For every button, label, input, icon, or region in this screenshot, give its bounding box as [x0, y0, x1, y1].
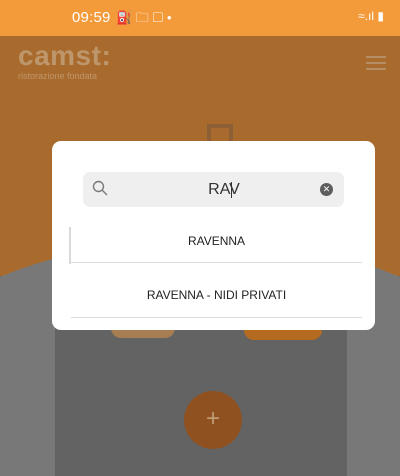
status-time: 09:59: [72, 9, 111, 26]
status-system-icons: ≈.ıl ▮: [358, 9, 384, 23]
search-input[interactable]: [139, 178, 309, 202]
result-item-ravenna-nidi-privati[interactable]: RAVENNA - NIDI PRIVATI: [71, 282, 362, 308]
result-item-ravenna[interactable]: RAVENNA: [71, 228, 362, 254]
status-notification-icons: ⛽ 🗀 ▢ •: [116, 10, 172, 25]
clear-search-icon[interactable]: ✕: [320, 183, 333, 196]
result-divider: [71, 317, 362, 318]
text-caret: [231, 182, 232, 198]
status-bar: 09:59 ⛽ 🗀 ▢ • ≈.ıl ▮: [0, 0, 400, 36]
search-dialog: ✕ RAVENNA RAVENNA - NIDI PRIVATI: [52, 141, 375, 330]
search-bar[interactable]: ✕: [83, 172, 344, 207]
result-divider: [71, 262, 362, 263]
search-icon: [92, 180, 108, 196]
